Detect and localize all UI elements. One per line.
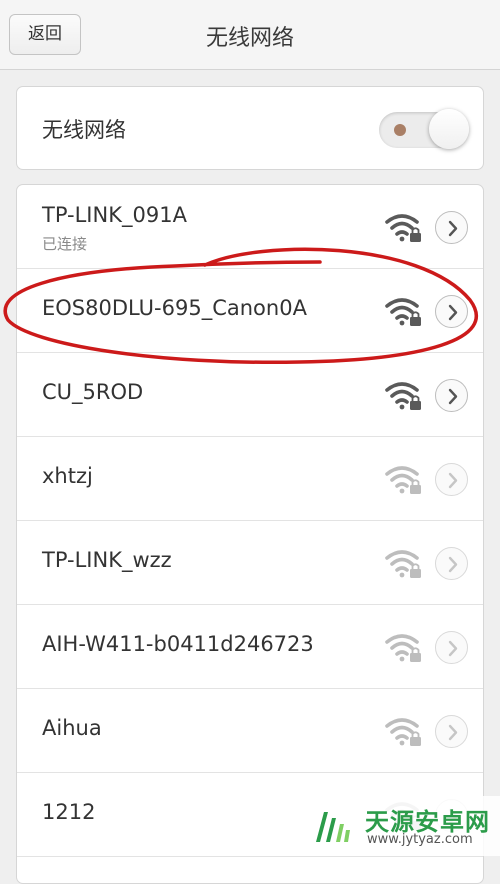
network-name: TP-LINK_091A	[42, 203, 187, 227]
chevron-right-icon[interactable]	[435, 547, 468, 580]
network-row[interactable]: Aihua	[17, 689, 483, 773]
page-title: 无线网络	[205, 26, 294, 51]
watermark: 天源安卓网 www.jytyaz.com	[305, 796, 500, 856]
wifi-lock-icon	[385, 214, 421, 242]
wifi-lock-icon	[385, 466, 421, 494]
chevron-right-icon[interactable]	[435, 715, 468, 748]
network-name: EOS80DLU-695_Canon0A	[42, 296, 307, 320]
wifi-lock-icon	[385, 718, 421, 746]
chevron-right-icon[interactable]	[435, 211, 468, 244]
network-row[interactable]: TP-LINK_wzz	[17, 521, 483, 605]
switch-indicator-dot	[394, 124, 406, 136]
android-logo-icon	[316, 812, 350, 842]
top-bar: 返回 无线网络	[0, 0, 500, 70]
chevron-right-icon[interactable]	[435, 295, 468, 328]
wifi-toggle-card: 无线网络	[16, 86, 484, 170]
network-row[interactable]: xhtzj	[17, 437, 483, 521]
network-name: TP-LINK_wzz	[42, 548, 172, 572]
network-row[interactable]: TP-LINK_091A 已连接	[17, 185, 483, 269]
network-name: AIH-W411-b0411d246723	[42, 632, 314, 656]
network-row[interactable]: EOS80DLU-695_Canon0A	[17, 269, 483, 353]
chevron-right-icon[interactable]	[435, 463, 468, 496]
wifi-toggle-label: 无线网络	[42, 118, 126, 142]
wifi-lock-icon	[385, 634, 421, 662]
chevron-right-icon[interactable]	[435, 379, 468, 412]
network-name: Aihua	[42, 716, 102, 740]
wifi-lock-icon	[385, 382, 421, 410]
watermark-url: www.jytyaz.com	[367, 832, 473, 847]
wifi-lock-icon	[385, 298, 421, 326]
network-name: xhtzj	[42, 464, 93, 488]
wifi-lock-icon	[385, 550, 421, 578]
chevron-right-icon[interactable]	[435, 631, 468, 664]
network-row[interactable]: CU_5ROD	[17, 353, 483, 437]
network-list: TP-LINK_091A 已连接 EOS80DLU-695_Canon0A CU_5R…	[16, 184, 484, 884]
wifi-switch[interactable]	[379, 109, 469, 149]
network-name: 1212	[42, 800, 96, 824]
switch-knob[interactable]	[429, 109, 469, 149]
network-status: 已连接	[42, 235, 88, 253]
network-name: CU_5ROD	[42, 380, 144, 404]
network-row[interactable]: AIH-W411-b0411d246723	[17, 605, 483, 689]
